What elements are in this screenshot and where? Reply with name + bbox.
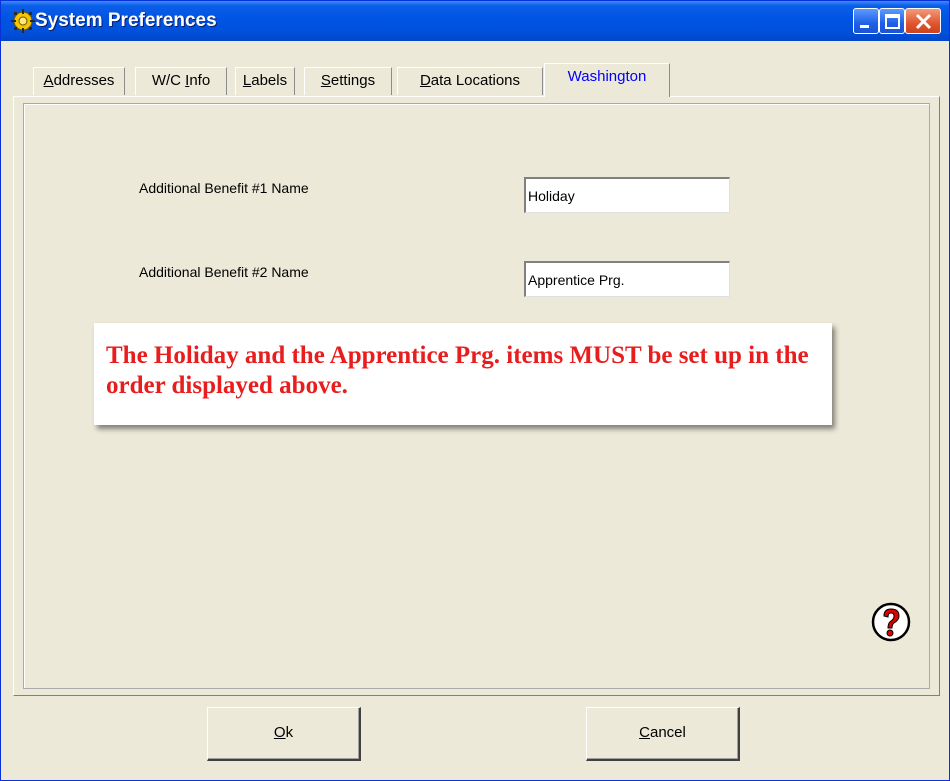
help-question-icon[interactable] xyxy=(871,602,911,642)
ok-button-label: k xyxy=(285,724,294,741)
tab-labels[interactable]: Labels xyxy=(235,67,295,95)
tab-settings[interactable]: Settings xyxy=(304,67,392,95)
title-bar[interactable]: System Preferences xyxy=(1,1,949,41)
ok-button[interactable]: Ok xyxy=(207,707,361,761)
tab-wc-info-label: nfo xyxy=(189,72,211,89)
tab-addresses[interactable]: Addresses xyxy=(33,67,125,95)
benefit1-name-input[interactable]: Holiday xyxy=(524,177,730,213)
tab-data-locations[interactable]: Data Locations xyxy=(397,67,543,95)
preferences-gear-icon xyxy=(11,9,35,33)
benefit2-name-input[interactable]: Apprentice Prg. xyxy=(524,261,730,297)
benefit1-label: Additional Benefit #1 Name xyxy=(139,180,309,196)
tab-washington[interactable]: Washington xyxy=(544,63,670,97)
minimize-icon xyxy=(860,25,869,28)
benefit2-label: Additional Benefit #2 Name xyxy=(139,264,309,280)
tab-addresses-accel: A xyxy=(43,72,54,89)
tab-labels-accel: L xyxy=(242,72,252,89)
tab-washington-label: Washington xyxy=(567,68,647,85)
cancel-button[interactable]: Cancel xyxy=(586,707,740,761)
cancel-button-label: ancel xyxy=(649,724,686,741)
minimize-button[interactable] xyxy=(853,8,879,34)
maximize-icon xyxy=(885,14,900,29)
tab-addresses-label: ddresses xyxy=(53,72,115,89)
ok-button-accel: O xyxy=(273,724,286,741)
tab-labels-label: abels xyxy=(251,72,288,89)
close-button[interactable] xyxy=(905,8,941,34)
tab-data-locations-accel: D xyxy=(419,72,431,89)
system-preferences-window: System Preferences Addresses W/C Info La… xyxy=(0,0,950,781)
order-warning-note: The Holiday and the Apprentice Prg. item… xyxy=(94,323,832,425)
tab-wc-info-prefix: W/C xyxy=(151,72,186,89)
tab-wc-info[interactable]: W/C Info xyxy=(135,67,227,95)
cancel-button-accel: C xyxy=(639,724,650,741)
tab-data-locations-label: ata Locations xyxy=(430,72,521,89)
window-title: System Preferences xyxy=(35,10,217,31)
close-icon xyxy=(915,13,932,30)
tab-settings-accel: S xyxy=(320,72,331,89)
tab-settings-label: ettings xyxy=(330,72,376,89)
maximize-button[interactable] xyxy=(879,8,905,34)
